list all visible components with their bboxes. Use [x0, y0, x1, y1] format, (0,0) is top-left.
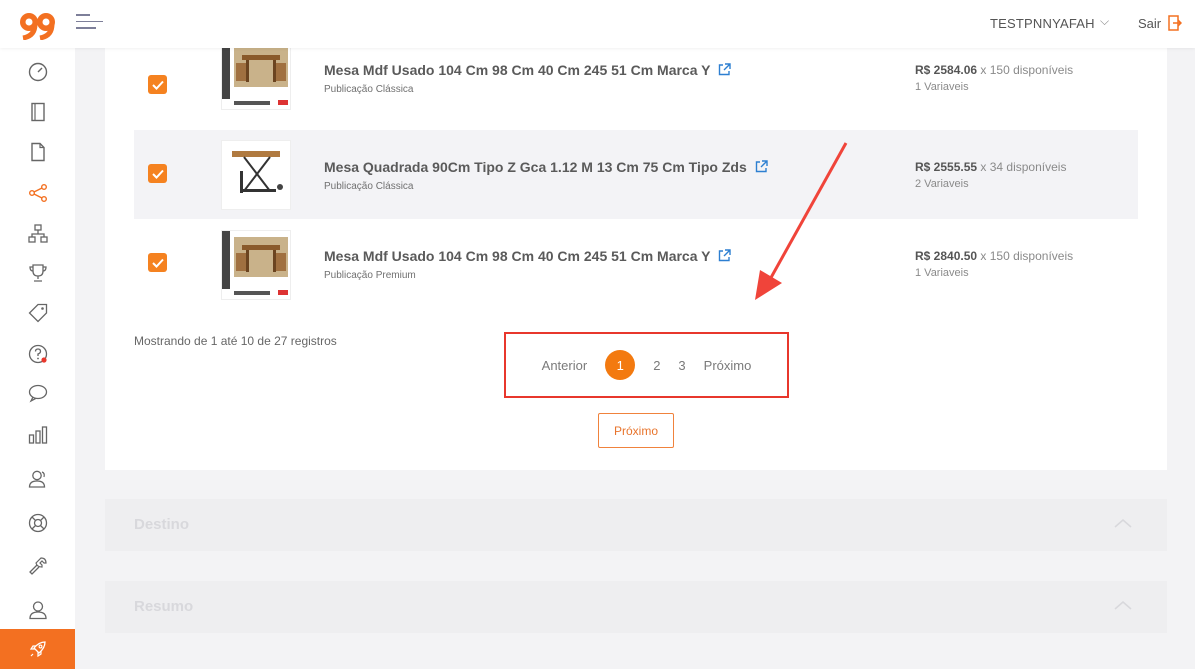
bar-chart-icon	[28, 426, 47, 444]
chevron-up-icon[interactable]	[1113, 517, 1133, 529]
next-button[interactable]: Próximo	[598, 413, 674, 448]
product-image	[222, 41, 288, 105]
logout-link[interactable]: Sair	[1138, 16, 1161, 31]
row-checkbox[interactable]	[148, 164, 167, 183]
variants-count: 2 Variaveis	[915, 178, 969, 190]
lifebuoy-icon	[28, 513, 47, 533]
section-destino[interactable]: Destino	[105, 499, 1167, 551]
check-icon	[151, 169, 164, 179]
logo-99[interactable]	[18, 10, 58, 40]
row-checkbox[interactable]	[148, 75, 167, 94]
sidebar-item-help[interactable]	[0, 334, 75, 374]
user-group-icon	[28, 470, 45, 488]
sidebar-item-trophy[interactable]	[0, 253, 75, 293]
product-image	[232, 151, 283, 193]
sidebar-item-tags[interactable]	[0, 293, 75, 333]
pagination: Anterior 1 2 3 Próximo	[504, 332, 789, 398]
records-info: Mostrando de 1 até 10 de 27 registros	[134, 334, 337, 348]
username-label[interactable]: TESTPNNYAFAH	[990, 16, 1095, 31]
chat-icon	[28, 384, 47, 403]
product-title: Mesa Mdf Usado 104 Cm 98 Cm 40 Cm 245 51…	[324, 62, 732, 78]
sidebar-item-launch[interactable]	[0, 629, 75, 669]
pagination-prev[interactable]: Anterior	[542, 358, 588, 373]
publication-type: Publicação Premium	[324, 270, 416, 281]
menu-toggle-icon[interactable]	[76, 14, 104, 34]
sitemap-icon	[27, 224, 48, 243]
sidebar-item-chat[interactable]	[0, 373, 75, 413]
rocket-icon	[29, 641, 46, 658]
product-title: Mesa Mdf Usado 104 Cm 98 Cm 40 Cm 245 51…	[324, 248, 732, 264]
pagination-page-3[interactable]: 3	[678, 358, 685, 373]
sidebar-item-support[interactable]	[0, 503, 75, 543]
price-line: R$ 2840.50 x 150 disponíveis	[915, 249, 1073, 263]
top-bar: TESTPNNYAFAH ⌵ Sair	[0, 0, 1195, 48]
product-thumbnail[interactable]	[221, 140, 291, 210]
share-icon	[28, 184, 47, 202]
sidebar-item-dashboard[interactable]	[0, 52, 75, 92]
sidebar-item-reports[interactable]	[0, 415, 75, 455]
external-link-icon[interactable]	[718, 249, 732, 262]
pagination-page-1[interactable]: 1	[605, 350, 636, 380]
pagination-next[interactable]: Próximo	[704, 358, 752, 373]
chevron-down-icon[interactable]: ⌵	[1100, 14, 1109, 29]
check-icon	[151, 80, 164, 90]
tag-icon	[28, 303, 47, 323]
sidebar-item-profile[interactable]	[0, 590, 75, 630]
help-icon	[28, 344, 47, 364]
user-icon	[28, 601, 47, 620]
publication-type: Publicação Clássica	[324, 84, 414, 95]
price-value: R$ 2584.06	[915, 63, 978, 77]
variants-count: 1 Variaveis	[915, 81, 969, 93]
section-title: Resumo	[134, 598, 194, 615]
table-row: Mesa Mdf Usado 104 Cm 98 Cm 40 Cm 245 51…	[134, 40, 1138, 129]
price-line: R$ 2584.06 x 150 disponíveis	[915, 63, 1073, 77]
trophy-icon	[28, 264, 47, 282]
products-card: Mesa Mdf Usado 104 Cm 98 Cm 40 Cm 245 51…	[105, 40, 1167, 470]
notebook-icon	[30, 102, 45, 122]
table-row: Mesa Quadrada 90Cm Tipo Z Gca 1.12 M 13 …	[134, 130, 1138, 219]
product-thumbnail[interactable]	[221, 40, 291, 110]
file-icon	[30, 142, 45, 162]
external-link-icon[interactable]	[718, 63, 732, 76]
price-line: R$ 2555.55 x 34 disponíveis	[915, 160, 1066, 174]
section-title: Destino	[134, 516, 190, 533]
variants-count: 1 Variaveis	[915, 267, 969, 279]
price-value: R$ 2840.50	[915, 249, 978, 263]
annotation-arrow-icon	[755, 142, 848, 300]
sidebar-item-structure[interactable]	[0, 214, 75, 254]
sidebar-item-documents[interactable]	[0, 132, 75, 172]
availability: x 34 disponíveis	[980, 160, 1067, 174]
product-thumbnail[interactable]	[221, 230, 291, 300]
publication-type: Publicação Clássica	[324, 181, 414, 192]
check-icon	[151, 258, 164, 268]
price-value: R$ 2555.55	[915, 160, 978, 174]
sidebar-item-users[interactable]	[0, 459, 75, 499]
pagination-page-2[interactable]: 2	[653, 358, 660, 373]
sidebar-item-share[interactable]	[0, 173, 75, 213]
logout-icon[interactable]	[1168, 15, 1182, 31]
product-image	[222, 231, 288, 295]
wrench-icon	[28, 557, 47, 575]
table-row: Mesa Mdf Usado 104 Cm 98 Cm 40 Cm 245 51…	[134, 220, 1138, 309]
sidebar-item-notebook[interactable]	[0, 92, 75, 132]
chevron-up-icon[interactable]	[1113, 599, 1133, 611]
availability: x 150 disponíveis	[980, 249, 1074, 263]
sidebar	[0, 48, 75, 669]
product-title: Mesa Quadrada 90Cm Tipo Z Gca 1.12 M 13 …	[324, 159, 768, 175]
availability: x 150 disponíveis	[980, 63, 1074, 77]
section-resumo[interactable]: Resumo	[105, 581, 1167, 633]
sidebar-item-settings[interactable]	[0, 546, 75, 586]
speedometer-icon	[28, 62, 47, 82]
row-checkbox[interactable]	[148, 253, 167, 272]
